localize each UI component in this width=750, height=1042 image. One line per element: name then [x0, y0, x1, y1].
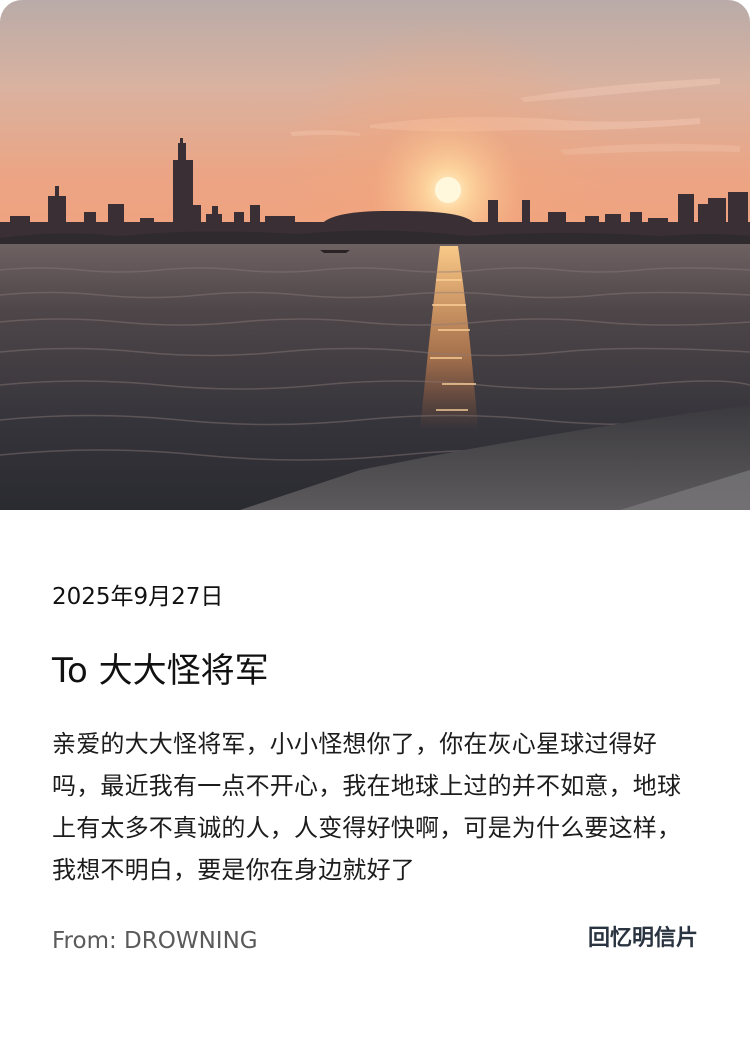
recall-postcard-button[interactable]: 回忆明信片 [588, 924, 698, 954]
postcard-card: 2025年9月27日 To 大大怪将军 亲爱的大大怪将军，小小怪想你了，你在灰心… [0, 0, 750, 1042]
postcard-date: 2025年9月27日 [52, 584, 224, 610]
postcard-message: 亲爱的大大怪将军，小小怪想你了，你在灰心星球过得好吗，最近我有一点不开心，我在地… [52, 730, 682, 884]
postcard-photo [0, 0, 750, 510]
postcard-footer: From: DROWNING 回忆明信片 [52, 924, 698, 960]
postcard-title: To 大大怪将军 [52, 651, 269, 691]
sunset-lake-image [0, 0, 750, 510]
postcard-sender: From: DROWNING [52, 928, 258, 954]
